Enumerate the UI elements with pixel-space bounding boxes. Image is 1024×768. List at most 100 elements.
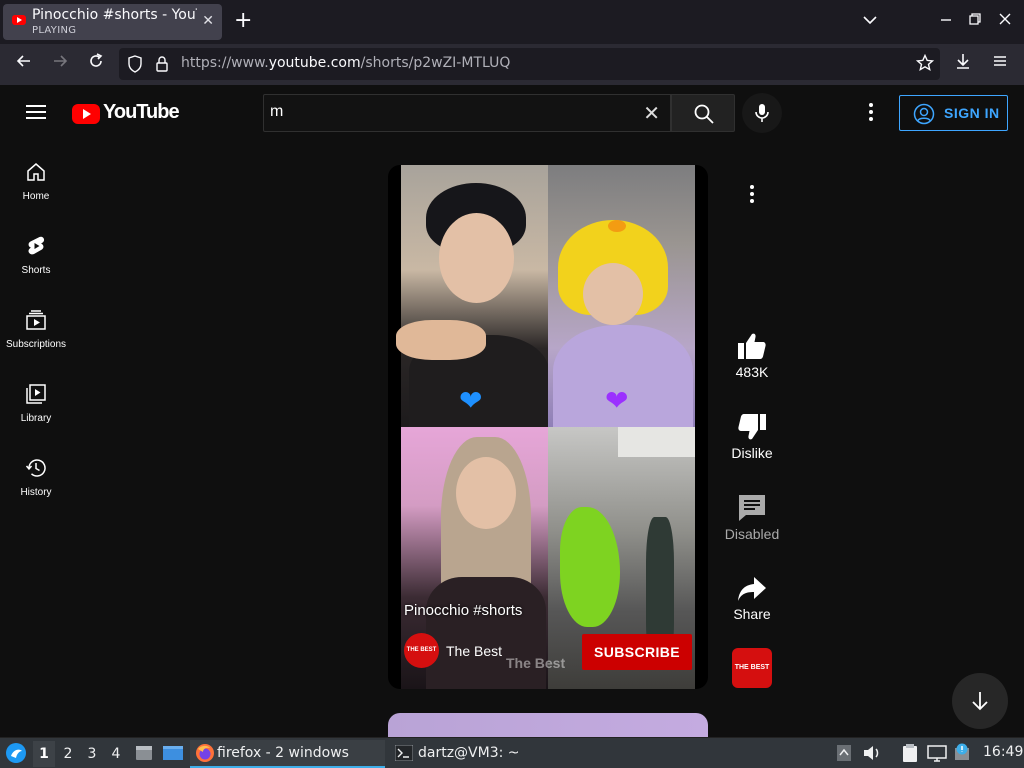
reload-icon — [90, 53, 103, 67]
share-button[interactable]: Share — [722, 576, 782, 622]
user-circle-icon — [913, 103, 935, 129]
browser-tab-active[interactable]: Pinocchio #shorts - YouTube PLAYING ✕ — [3, 4, 222, 40]
sign-in-button[interactable]: SIGN IN — [899, 95, 1008, 131]
lock-icon[interactable] — [154, 55, 170, 77]
subscribe-button[interactable]: SUBSCRIBE — [582, 634, 692, 670]
sidebar-item-library[interactable]: Library — [0, 363, 72, 437]
firefox-icon — [196, 744, 214, 762]
download-icon — [957, 54, 969, 69]
youtube-header: YouTube ✕ SIGN IN — [0, 85, 1024, 141]
start-menu-icon[interactable] — [5, 742, 27, 764]
library-icon — [26, 384, 46, 404]
channel-logo-button[interactable]: THE BEST — [732, 648, 772, 688]
video-frame-top-right: ❤ — [548, 165, 695, 427]
close-window-button[interactable] — [998, 12, 1012, 30]
search-button[interactable] — [671, 94, 735, 132]
network-icon[interactable] — [927, 743, 947, 763]
browser-nav-bar: https://www.youtube.com/shorts/p2wZI-MTL… — [0, 44, 1024, 85]
voice-search-button[interactable] — [742, 93, 782, 133]
mini-guide-sidebar: Home Shorts Subscriptions Library Histor… — [0, 141, 72, 737]
workspace-3[interactable]: 3 — [81, 741, 103, 767]
thumbs-down-icon — [738, 414, 766, 440]
workspace-1[interactable]: 1 — [33, 741, 55, 767]
sidebar-item-history[interactable]: History — [0, 437, 72, 511]
forward-arrow-icon — [54, 55, 68, 67]
channel-avatar[interactable]: THE BEST — [404, 633, 439, 668]
channel-name[interactable]: The Best — [446, 643, 502, 659]
tab-title: Pinocchio #shorts - YouTube — [32, 7, 197, 23]
comments-disabled-label: Disabled — [724, 526, 780, 542]
history-icon — [25, 459, 46, 477]
notifications-tray-icon[interactable] — [836, 744, 852, 762]
arrow-down-icon — [972, 692, 988, 711]
dislike-button[interactable]: Dislike — [722, 413, 782, 461]
search-input[interactable] — [270, 103, 630, 121]
settings-more-icon[interactable] — [862, 103, 880, 123]
taskbar-firefox-label: firefox - 2 windows — [217, 745, 349, 761]
home-icon — [27, 163, 45, 181]
thumbs-up-icon — [738, 333, 766, 359]
youtube-logo-text: YouTube — [103, 101, 180, 123]
shorts-video-player[interactable]: ❤ ❤ Pinocchio #shorts THE BEST The Best … — [388, 165, 708, 689]
shorts-icon — [28, 236, 45, 255]
clipboard-icon[interactable] — [900, 743, 920, 763]
address-bar[interactable]: https://www.youtube.com/shorts/p2wZI-MTL… — [119, 48, 940, 80]
workspace-2[interactable]: 2 — [57, 741, 79, 767]
new-tab-button[interactable]: + — [234, 9, 252, 33]
like-count: 483K — [735, 364, 769, 380]
minimize-window-button[interactable] — [939, 12, 953, 30]
url-text[interactable]: https://www.youtube.com/shorts/p2wZI-MTL… — [181, 55, 510, 71]
sidebar-item-shorts[interactable]: Shorts — [0, 215, 72, 289]
sidebar-item-subscriptions[interactable]: Subscriptions — [0, 289, 72, 363]
browser-tab-bar: Pinocchio #shorts - YouTube PLAYING ✕ + — [0, 0, 1024, 44]
desktop-taskbar: 1 2 3 4 firefox - 2 windows dartz@VM3: ~… — [0, 737, 1024, 768]
guide-menu-icon[interactable] — [26, 105, 46, 119]
tracking-shield-icon[interactable] — [127, 55, 143, 77]
sidebar-item-label: History — [20, 487, 52, 498]
bookmark-star-icon[interactable] — [915, 53, 935, 77]
volume-icon[interactable] — [862, 744, 882, 762]
clear-search-icon[interactable]: ✕ — [643, 101, 660, 125]
back-arrow-icon — [16, 55, 30, 67]
dislike-label: Dislike — [731, 445, 773, 461]
reload-button[interactable] — [83, 52, 109, 78]
video-frame-top-left: ❤ — [396, 165, 549, 427]
next-short-button[interactable] — [952, 673, 1008, 729]
comment-icon — [739, 495, 765, 521]
like-button[interactable]: 483K — [722, 332, 782, 380]
purple-heart-icon: ❤ — [605, 384, 629, 417]
workspace-4[interactable]: 4 — [105, 741, 127, 767]
tab-list-chevron-icon[interactable] — [862, 12, 878, 32]
hamburger-menu-icon — [994, 56, 1006, 66]
video-watermark: The Best — [506, 655, 566, 671]
taskbar-terminal-label: dartz@VM3: ~ — [418, 745, 520, 761]
taskbar-firefox[interactable]: firefox - 2 windows — [190, 740, 385, 768]
sidebar-item-label: Shorts — [21, 265, 51, 276]
short-more-actions-icon[interactable] — [749, 185, 755, 203]
back-button[interactable] — [11, 52, 37, 78]
restore-window-button[interactable] — [968, 12, 982, 30]
tab-close-icon[interactable]: ✕ — [202, 13, 214, 29]
short-title[interactable]: Pinocchio #shorts — [404, 602, 522, 619]
updates-icon[interactable] — [953, 742, 973, 762]
sidebar-item-label: Subscriptions — [5, 339, 67, 350]
file-manager-icon[interactable] — [134, 743, 154, 763]
subscriptions-icon — [26, 310, 46, 330]
blue-heart-icon: ❤ — [459, 384, 483, 417]
taskbar-terminal[interactable]: dartz@VM3: ~ — [390, 740, 580, 768]
sidebar-item-home[interactable]: Home — [0, 141, 72, 215]
app-menu-button[interactable] — [987, 52, 1013, 78]
downloads-button[interactable] — [950, 52, 976, 78]
youtube-favicon-icon — [12, 15, 26, 25]
comments-button[interactable]: Disabled — [722, 494, 782, 542]
sidebar-item-label: Home — [22, 191, 50, 202]
terminal-icon — [395, 745, 413, 761]
forward-button[interactable] — [47, 52, 73, 78]
desktop-icon[interactable] — [162, 743, 184, 763]
clock[interactable]: 16:49 — [983, 744, 1023, 760]
tab-playing-status: PLAYING — [32, 25, 77, 36]
share-label: Share — [733, 606, 771, 622]
sign-in-label: SIGN IN — [944, 105, 1000, 121]
search-box[interactable]: ✕ — [263, 94, 671, 132]
sidebar-item-label: Library — [20, 413, 52, 424]
